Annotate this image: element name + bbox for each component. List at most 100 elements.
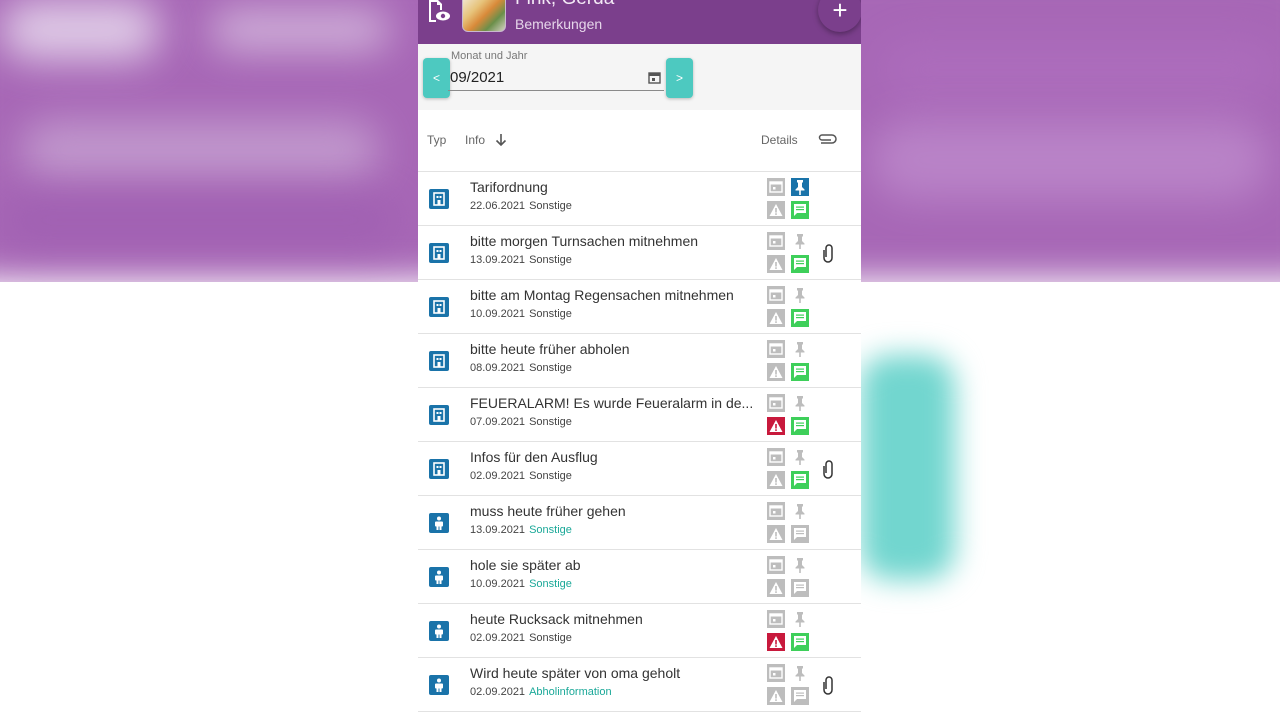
month-filter: < Monat und Jahr 09/2021 > — [418, 44, 861, 110]
note-category: Sonstige — [529, 470, 572, 482]
attachment-icon[interactable] — [820, 243, 836, 263]
phone-screen: Fink, Gerda Bemerkungen + < Monat und Ja… — [418, 0, 861, 720]
backdrop-blur-shape — [20, 120, 380, 180]
backdrop-blur-shape — [0, 0, 160, 60]
building-icon — [429, 459, 449, 479]
note-date: 22.06.2021 — [470, 200, 526, 212]
month-field-label: Monat und Jahr — [451, 50, 528, 62]
next-month-button[interactable]: > — [666, 58, 693, 98]
list-item[interactable]: muss heute früher gehen 13.09.2021 Sonstig… — [418, 496, 861, 550]
document-view-icon[interactable] — [426, 0, 450, 24]
pin-badge-icon — [791, 178, 809, 196]
pin-badge-icon — [791, 610, 809, 628]
list-item[interactable]: hole sie später ab 10.09.2021 Sonstige — [418, 550, 861, 604]
pin-badge-icon — [791, 340, 809, 358]
column-details[interactable]: Details — [761, 133, 798, 147]
calendar-badge-icon — [767, 664, 785, 682]
person-name: Fink, Gerda — [515, 0, 614, 10]
alert-badge-icon — [767, 633, 785, 651]
note-date: 10.09.2021 — [470, 578, 526, 590]
alert-badge-icon — [767, 201, 785, 219]
person-icon — [429, 621, 449, 641]
sort-down-icon[interactable] — [494, 132, 508, 148]
building-icon — [429, 351, 449, 371]
alert-badge-icon — [767, 363, 785, 381]
backdrop-blur-shape — [880, 40, 1280, 100]
pin-badge-icon — [791, 394, 809, 412]
note-category: Sonstige — [529, 362, 572, 374]
calendar-badge-icon — [767, 178, 785, 196]
building-icon — [429, 189, 449, 209]
building-icon — [429, 297, 449, 317]
note-meta: 02.09.2021 Abholinformation — [470, 686, 612, 698]
note-category: Sonstige — [529, 308, 572, 320]
note-meta: 07.09.2021 Sonstige — [470, 416, 572, 428]
note-badge-icon — [791, 633, 809, 651]
note-date: 13.09.2021 — [470, 524, 526, 536]
note-badge-icon — [791, 255, 809, 273]
note-meta: 10.09.2021 Sonstige — [470, 578, 572, 590]
note-badge-icon — [791, 363, 809, 381]
note-category: Sonstige — [529, 578, 572, 590]
list-item[interactable]: bitte heute früher abholen 08.09.2021 Sons… — [418, 334, 861, 388]
note-badge-icon — [791, 579, 809, 597]
note-title: Tarifordnung — [470, 179, 548, 195]
month-field[interactable]: 09/2021 — [450, 69, 504, 86]
list-item[interactable]: Infos für den Ausflug 02.09.2021 Sonstige — [418, 442, 861, 496]
note-meta: 13.09.2021 Sonstige — [470, 254, 572, 266]
attachment-icon[interactable] — [820, 459, 836, 479]
pin-badge-icon — [791, 502, 809, 520]
page-subtitle: Bemerkungen — [515, 16, 603, 32]
list-item[interactable]: bitte morgen Turnsachen mitnehmen 13.09.2… — [418, 226, 861, 280]
note-category: Sonstige — [529, 254, 572, 266]
calendar-badge-icon — [767, 394, 785, 412]
calendar-badge-icon — [767, 448, 785, 466]
calendar-badge-icon — [767, 502, 785, 520]
pin-badge-icon — [791, 286, 809, 304]
note-date: 02.09.2021 — [470, 470, 526, 482]
note-badge-icon — [791, 471, 809, 489]
column-info[interactable]: Info — [465, 133, 485, 147]
note-date: 13.09.2021 — [470, 254, 526, 266]
calendar-badge-icon — [767, 556, 785, 574]
list-item[interactable]: Wird heute später von oma geholt 02.09.20… — [418, 658, 861, 712]
calendar-badge-icon — [767, 340, 785, 358]
note-badge-icon — [791, 525, 809, 543]
note-meta: 22.06.2021 Sonstige — [470, 200, 572, 212]
list-item[interactable]: heute Rucksack mitnehmen 02.09.2021 Sonsti… — [418, 604, 861, 658]
note-category: Sonstige — [529, 200, 572, 212]
avatar[interactable] — [462, 0, 506, 32]
note-meta: 02.09.2021 Sonstige — [470, 470, 572, 482]
note-badge-icon — [791, 417, 809, 435]
pin-badge-icon — [791, 232, 809, 250]
app-bar: Fink, Gerda Bemerkungen + — [418, 0, 861, 44]
note-badge-icon — [791, 687, 809, 705]
note-title: bitte morgen Turnsachen mitnehmen — [470, 233, 699, 249]
backdrop-blur-shape — [210, 10, 390, 50]
notes-list: Tarifordnung 22.06.2021 Sonstige bitte morg… — [418, 172, 861, 712]
note-title: FEUERALARM! Es wurde Feueralarm in de... — [470, 395, 754, 411]
column-type[interactable]: Typ — [427, 133, 446, 147]
building-icon — [429, 243, 449, 263]
alert-badge-icon — [767, 525, 785, 543]
note-date: 10.09.2021 — [470, 308, 526, 320]
calendar-icon[interactable] — [648, 71, 661, 84]
note-category: Sonstige — [529, 416, 572, 428]
alert-badge-icon — [767, 471, 785, 489]
note-date: 02.09.2021 — [470, 632, 526, 644]
note-title: hole sie später ab — [470, 557, 581, 573]
backdrop-blur-shape — [870, 120, 1270, 200]
pin-badge-icon — [791, 448, 809, 466]
attachment-icon[interactable] — [820, 675, 836, 695]
backdrop-blur-shape — [0, 195, 400, 245]
list-item[interactable]: bitte am Montag Regensachen mitnehmen 10.… — [418, 280, 861, 334]
alert-badge-icon — [767, 579, 785, 597]
list-item[interactable]: FEUERALARM! Es wurde Feueralarm in de...… — [418, 388, 861, 442]
note-title: bitte heute früher abholen — [470, 341, 630, 357]
paperclip-icon — [818, 134, 837, 144]
add-button[interactable]: + — [818, 0, 861, 32]
list-item[interactable]: Tarifordnung 22.06.2021 Sonstige — [418, 172, 861, 226]
previous-month-button[interactable]: < — [423, 58, 450, 98]
note-category: Sonstige — [529, 524, 572, 536]
alert-badge-icon — [767, 309, 785, 327]
